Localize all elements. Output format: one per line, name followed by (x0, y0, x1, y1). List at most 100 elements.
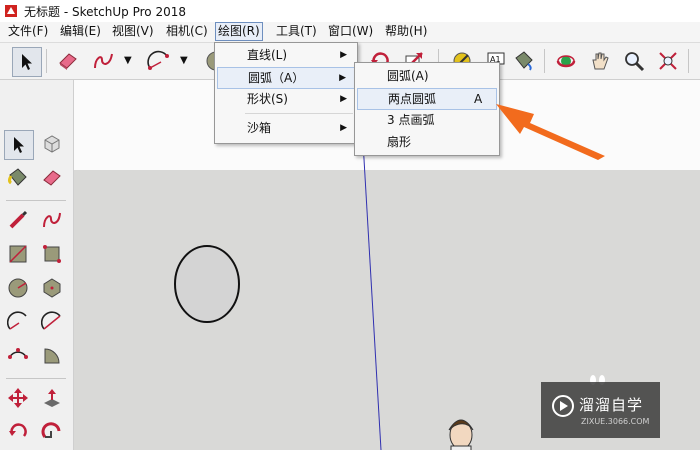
watermark-logo-icon (552, 395, 574, 417)
two-point-arc-tool-button[interactable] (38, 308, 66, 336)
menu-camera[interactable]: 相机(C) (164, 23, 210, 40)
circle-tool-button[interactable] (4, 274, 32, 302)
pencil-icon (9, 210, 28, 229)
menu-view[interactable]: 视图(V) (110, 23, 156, 40)
chevron-down-icon[interactable]: ▼ (124, 55, 132, 66)
pan-tool-button[interactable] (586, 47, 614, 75)
chevron-down-icon[interactable]: ▼ (180, 55, 188, 66)
make-component-button[interactable] (38, 130, 66, 158)
orbit-icon (556, 55, 576, 68)
arc-submenu-item-three-point-arc[interactable]: 3 点画弧 (357, 110, 497, 130)
pie-icon (44, 348, 60, 364)
select-tool-button[interactable] (12, 47, 42, 77)
arc-icon (147, 50, 169, 70)
freehand-tool-button[interactable] (38, 206, 66, 234)
component-box-icon (44, 135, 60, 153)
polygon-icon (43, 278, 61, 298)
watermark: 溜溜自学 ZIXUE.3066.COM (541, 382, 660, 438)
toolbar-separator (544, 49, 545, 73)
circle-icon (8, 278, 28, 298)
rectangle-icon (9, 245, 27, 263)
draw-menu-item-arc[interactable]: 圆弧（A） ▶ (217, 67, 355, 89)
arc-submenu: 圆弧(A) 两点圆弧 A 3 点画弧 扇形 (354, 62, 500, 156)
menu-item-label: 直线(L) (247, 48, 288, 62)
title-bar: 无标题 - SketchUp Pro 2018 (0, 0, 700, 23)
arc-submenu-item-pie[interactable]: 扇形 (357, 132, 497, 152)
arc-tool-button[interactable] (145, 47, 173, 75)
eraser-tool-button[interactable] (54, 47, 82, 75)
menu-item-label: 扇形 (387, 135, 412, 149)
toolbar-separator (6, 200, 66, 201)
draw-menu-item-sandbox[interactable]: 沙箱 ▶ (217, 118, 355, 138)
arc-icon (7, 311, 27, 330)
sketchup-logo-icon (5, 5, 17, 17)
menu-item-label: 沙箱 (247, 121, 272, 135)
magnifier-icon (625, 52, 645, 72)
menu-bar: 文件(F) 编辑(E) 视图(V) 相机(C) 绘图(R) 工具(T) 窗口(W… (0, 22, 700, 43)
toolbar-separator (46, 49, 47, 73)
eraser-icon (59, 53, 77, 70)
window-title: 无标题 - SketchUp Pro 2018 (24, 5, 186, 19)
toolbar-separator (6, 378, 66, 379)
push-pull-tool-button[interactable] (38, 384, 66, 412)
orbit-tool-button[interactable] (552, 47, 580, 75)
submenu-arrow-icon: ▶ (340, 94, 347, 104)
paint-bucket-tool-button[interactable] (4, 164, 32, 192)
zoom-extents-tool-button[interactable] (654, 47, 682, 75)
rotate-tool-button[interactable] (4, 418, 32, 446)
cursor-arrow-icon (14, 137, 24, 153)
menu-tools[interactable]: 工具(T) (274, 23, 319, 40)
three-point-arc-icon (8, 348, 28, 359)
cursor-arrow-icon (22, 54, 32, 70)
menu-edit[interactable]: 编辑(E) (58, 23, 103, 40)
menu-help[interactable]: 帮助(H) (383, 23, 429, 40)
three-point-arc-tool-button[interactable] (4, 342, 32, 370)
pie-tool-button[interactable] (38, 342, 66, 370)
submenu-arrow-icon: ▶ (340, 123, 347, 133)
freehand-curve-icon (94, 53, 113, 69)
draw-menu-item-shapes[interactable]: 形状(S) ▶ (217, 89, 355, 109)
draw-menu-dropdown: 直线(L) ▶ 圆弧（A） ▶ 形状(S) ▶ 沙箱 ▶ (214, 42, 358, 144)
eraser-tool-button[interactable] (38, 164, 66, 192)
person-figure (448, 419, 474, 450)
menu-window[interactable]: 窗口(W) (326, 23, 375, 40)
menu-item-label: 圆弧（A） (248, 71, 305, 85)
menu-draw[interactable]: 绘图(R) (215, 22, 263, 41)
zoom-extents-icon (659, 52, 677, 70)
paint-bucket-tool-button[interactable] (510, 47, 538, 75)
freehand-tool-button[interactable] (90, 47, 118, 75)
follow-me-tool-button[interactable] (38, 418, 66, 446)
rectangle-tool-button[interactable] (4, 240, 32, 268)
move-arrows-icon (8, 388, 28, 408)
arc-tool-button[interactable] (4, 308, 32, 336)
rotated-rectangle-icon (43, 245, 61, 263)
freehand-curve-icon (43, 212, 61, 228)
menu-file[interactable]: 文件(F) (6, 23, 50, 40)
menu-item-label: 两点圆弧 (388, 92, 437, 106)
eraser-icon (43, 170, 61, 186)
submenu-arrow-icon: ▶ (339, 73, 346, 83)
draw-menu-item-line[interactable]: 直线(L) ▶ (217, 45, 355, 65)
menu-item-label: 圆弧(A) (387, 69, 429, 83)
orange-pointer-arrow (496, 104, 605, 160)
move-tool-button[interactable] (4, 384, 32, 412)
polygon-tool-button[interactable] (38, 274, 66, 302)
arc-submenu-item-two-point-arc[interactable]: 两点圆弧 A (357, 88, 497, 110)
paint-bucket-icon (515, 51, 533, 71)
select-tool-button[interactable] (4, 130, 34, 160)
menu-item-label: 3 点画弧 (387, 113, 435, 127)
watermark-url: ZIXUE.3066.COM (581, 417, 650, 426)
arc-submenu-item-arc[interactable]: 圆弧(A) (357, 66, 497, 86)
two-point-arc-icon (41, 311, 61, 330)
rotated-rectangle-tool-button[interactable] (38, 240, 66, 268)
paint-bucket-icon (8, 168, 27, 186)
hand-icon (592, 52, 609, 70)
rotate-icon (9, 423, 27, 437)
drawn-circle (174, 245, 240, 323)
menu-item-shortcut: A (474, 92, 483, 106)
push-pull-icon (44, 389, 60, 407)
submenu-arrow-icon: ▶ (340, 50, 347, 60)
line-tool-button[interactable] (4, 206, 32, 234)
zoom-tool-button[interactable] (620, 47, 648, 75)
toolbar-separator (688, 49, 689, 73)
